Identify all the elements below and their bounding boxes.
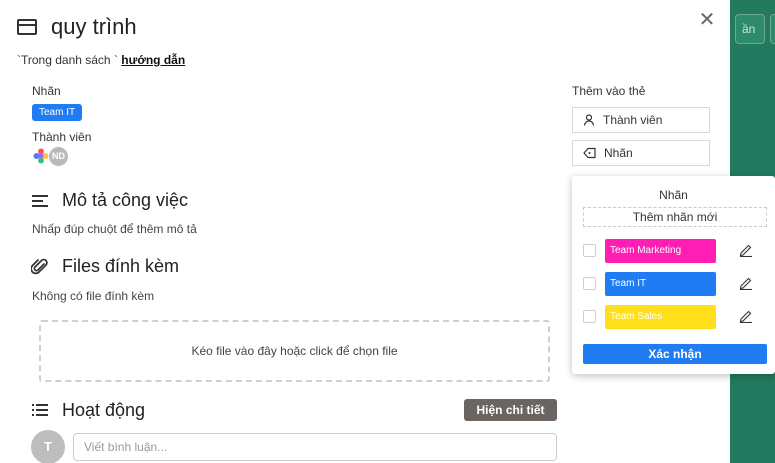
board-header-button-2[interactable] xyxy=(770,14,775,44)
user-icon xyxy=(583,114,595,126)
board-header-button[interactable]: ần xyxy=(735,14,765,44)
comment-input[interactable] xyxy=(73,433,557,461)
comment-avatar: T xyxy=(31,430,65,463)
add-new-label-button[interactable]: Thêm nhãn mới xyxy=(583,207,767,227)
label-popover-title: Nhãn xyxy=(659,188,688,202)
card-title-row: quy trình xyxy=(17,14,137,40)
member-avatar-nd[interactable]: ND xyxy=(49,147,68,166)
attachments-empty-text: Không có file đính kèm xyxy=(32,289,155,303)
board-header-button-label: ần xyxy=(742,22,756,36)
label-chip[interactable]: Team Sales xyxy=(605,305,716,329)
pencil-icon[interactable] xyxy=(739,309,753,323)
member-avatar-flower[interactable] xyxy=(33,148,49,164)
labels-heading: Nhãn xyxy=(32,84,61,98)
label-popover: Nhãn Thêm nhãn mới Team Marketing Team I… xyxy=(572,176,775,374)
activity-title: Hoạt động xyxy=(62,400,146,420)
label-chip[interactable]: Team IT xyxy=(605,272,716,296)
labels-button-label: Nhãn xyxy=(604,146,633,160)
file-dropzone[interactable]: Kéo file vào đây hoặc click để chọn file xyxy=(39,320,550,382)
labels-button[interactable]: Nhãn xyxy=(572,140,710,166)
list-link[interactable]: hướng dẫn xyxy=(121,53,185,67)
card-icon xyxy=(17,19,37,35)
activity-list-icon xyxy=(32,404,48,416)
card-title[interactable]: quy trình xyxy=(51,14,137,40)
description-title: Mô tả công việc xyxy=(62,190,189,210)
paperclip-icon xyxy=(31,258,48,275)
label-checkbox[interactable] xyxy=(583,277,596,290)
list-breadcrumb: `Trong danh sách ` hướng dẫn xyxy=(17,53,185,67)
list-prefix: `Trong danh sách ` xyxy=(17,53,118,67)
members-button[interactable]: Thành viên xyxy=(572,107,710,133)
add-to-card-heading: Thêm vào thẻ xyxy=(572,84,646,98)
label-row-it: Team IT xyxy=(583,272,767,296)
attachments-title: Files đính kèm xyxy=(62,256,180,276)
label-chip-team-it[interactable]: Team IT xyxy=(32,104,83,121)
show-details-button[interactable]: Hiện chi tiết xyxy=(464,399,557,421)
description-icon xyxy=(32,195,48,207)
label-row-sales: Team Sales xyxy=(583,305,767,329)
members-heading: Thành viên xyxy=(32,130,92,144)
pencil-icon[interactable] xyxy=(739,243,753,257)
label-chip[interactable]: Team Marketing xyxy=(605,239,716,263)
label-checkbox[interactable] xyxy=(583,310,596,323)
members-button-label: Thành viên xyxy=(603,113,663,127)
pencil-icon[interactable] xyxy=(739,276,753,290)
tag-icon xyxy=(583,147,596,159)
confirm-button[interactable]: Xác nhận xyxy=(583,344,767,364)
description-placeholder[interactable]: Nhấp đúp chuột để thêm mô tả xyxy=(32,222,197,236)
label-checkbox[interactable] xyxy=(583,244,596,257)
label-row-marketing: Team Marketing xyxy=(583,239,767,263)
close-icon[interactable]: ✕ xyxy=(697,10,717,30)
